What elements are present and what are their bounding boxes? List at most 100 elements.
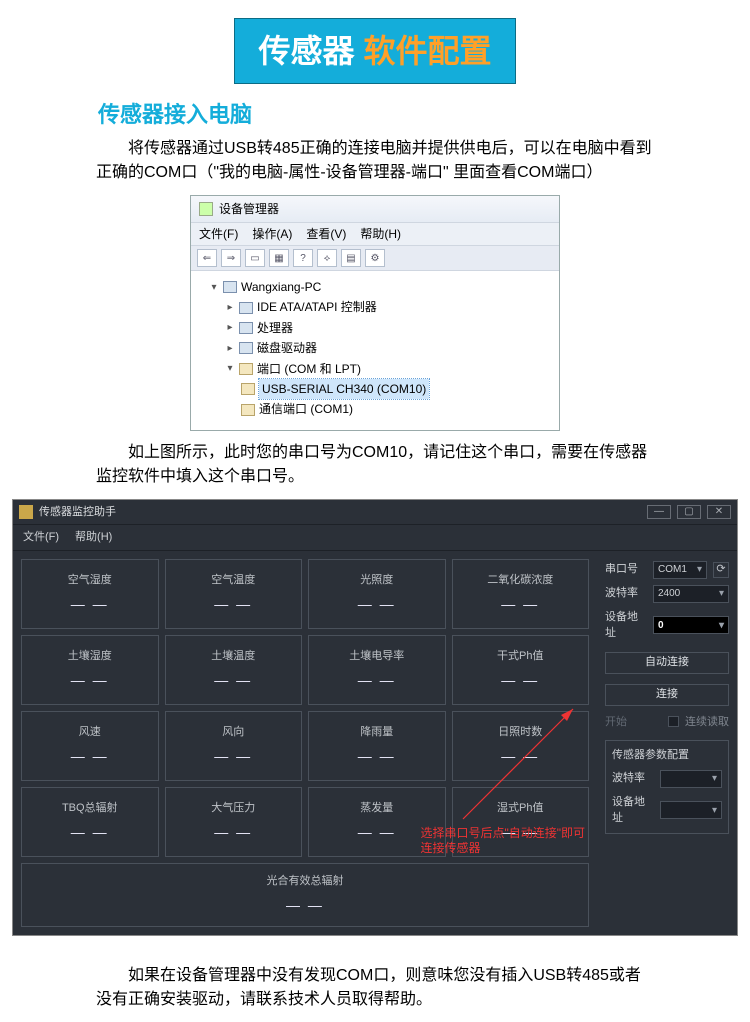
chevron-down-icon: ▾ (712, 771, 717, 786)
row-addr: 设备地址 0 ▾ (605, 609, 729, 642)
chevron-down-icon: ▾ (719, 618, 724, 633)
devmgr-toolbar: ⇐ ⇒ ▭ ▦ ? ⟡ ▤ ⚙ (191, 246, 559, 271)
menu-view[interactable]: 查看(V) (306, 225, 346, 243)
tile-label: 风速 (79, 724, 101, 741)
expand-icon[interactable]: ▾ (209, 279, 219, 296)
tile-value: — — (358, 822, 396, 843)
tile-value: — — (286, 895, 324, 916)
banner-left: 传感器 (259, 33, 355, 69)
minimize-icon[interactable]: — (647, 505, 671, 519)
devmgr-title-text: 设备管理器 (219, 200, 279, 218)
tree-port-item[interactable]: USB-SERIAL CH340 (COM10) (241, 379, 551, 399)
tool-scan-icon[interactable]: ⟡ (317, 249, 337, 267)
tile-label: 空气湿度 (68, 572, 112, 589)
expand-icon[interactable]: ▸ (225, 299, 235, 316)
tile-label: 风向 (222, 724, 244, 741)
menu-file[interactable]: 文件(F) (199, 225, 238, 243)
sensor-tile: 土壤湿度 — — (21, 635, 159, 705)
checkbox-continuous[interactable] (668, 716, 679, 727)
tool-back-icon[interactable]: ⇐ (197, 249, 217, 267)
chevron-down-icon: ▾ (719, 586, 724, 601)
tree-root[interactable]: ▾ Wangxiang-PC (209, 277, 551, 297)
sensor-tile: 风向 — — (165, 711, 303, 781)
label-addr2: 设备地址 (612, 794, 654, 827)
sensor-tile: 干式Ph值— — (452, 635, 590, 705)
sensor-tile: 空气温度 — — (165, 559, 303, 629)
chevron-down-icon: ▾ (697, 562, 702, 577)
tool-grid-icon[interactable]: ▦ (269, 249, 289, 267)
menu-help[interactable]: 帮助(H) (360, 225, 401, 243)
select-baud[interactable]: 2400 ▾ (653, 585, 729, 603)
tree-node[interactable]: ▸ 处理器 (225, 318, 551, 338)
close-icon[interactable]: ✕ (707, 505, 731, 519)
select-addr-value: 0 (658, 618, 664, 633)
tile-label: TBQ总辐射 (62, 800, 118, 817)
tile-value: — — (214, 594, 252, 615)
device-tree: ▾ Wangxiang-PC ▸ IDE ATA/ATAPI 控制器 ▸ 处理器… (191, 271, 559, 430)
tile-label: 蒸发量 (360, 800, 393, 817)
sensor-tile: TBQ总辐射— — (21, 787, 159, 857)
tool-rect-icon[interactable]: ▭ (245, 249, 265, 267)
auto-connect-button[interactable]: 自动连接 (605, 652, 729, 674)
callout-text: 选择串口号后点"自动连接"即可 连接传感器 (420, 826, 585, 857)
tile-label: 二氧化碳浓度 (487, 572, 553, 589)
refresh-port-button[interactable]: ⟳ (713, 562, 729, 578)
label-addr: 设备地址 (605, 609, 647, 642)
checkbox-label: 连续读取 (685, 714, 729, 731)
row-baud: 波特率 2400 ▾ (605, 585, 729, 603)
tree-node-ports[interactable]: ▾ 端口 (COM 和 LPT) (225, 359, 551, 379)
tool-gear-icon[interactable]: ⚙ (365, 249, 385, 267)
row-port: 串口号 COM1 ▾ ⟳ (605, 561, 729, 579)
tile-label: 空气温度 (211, 572, 255, 589)
select-addr2[interactable]: ▾ (660, 801, 722, 819)
port-label-selected: USB-SERIAL CH340 (COM10) (259, 379, 429, 399)
sensor-tile: 空气湿度— — (21, 559, 159, 629)
tile-value: — — (501, 594, 539, 615)
expand-icon[interactable]: ▾ (225, 360, 235, 377)
expand-icon[interactable]: ▸ (225, 319, 235, 336)
param-group-title: 传感器参数配置 (612, 747, 722, 764)
monitor-menu-file[interactable]: 文件(F) (23, 529, 59, 546)
select-addr[interactable]: 0 ▾ (653, 616, 729, 634)
sensor-tile-wide: 光合有效总辐射 — — (21, 863, 589, 927)
window-controls: — ▢ ✕ (647, 505, 731, 519)
tile-value: — — (71, 670, 109, 691)
tile-label: 土壤湿度 (68, 648, 112, 665)
sensor-tile: 大气压力— — (165, 787, 303, 857)
chevron-down-icon: ▾ (712, 803, 717, 818)
tree-port-item[interactable]: 通信端口 (COM1) (241, 399, 551, 419)
tile-value: — — (358, 670, 396, 691)
tree-node-label: 处理器 (257, 318, 293, 338)
sensor-tile: 土壤温度— — (165, 635, 303, 705)
monitor-titlebar: 传感器监控助手 — ▢ ✕ (13, 500, 737, 526)
sensor-tile: 风速— — (21, 711, 159, 781)
monitor-menu-help[interactable]: 帮助(H) (75, 529, 112, 546)
section-title: 传感器接入电脑 (98, 98, 750, 131)
select-baud2[interactable]: ▾ (660, 770, 722, 788)
tile-label: 光合有效总辐射 (267, 873, 344, 890)
port-icon (241, 404, 255, 416)
connect-button[interactable]: 连接 (605, 684, 729, 706)
tree-node-label: 磁盘驱动器 (257, 338, 317, 358)
tool-list-icon[interactable]: ▤ (341, 249, 361, 267)
monitor-body: 空气湿度— —空气温度— —光照度— —二氧化碳浓度— —土壤湿度— —土壤温度… (13, 551, 737, 935)
label-port: 串口号 (605, 561, 647, 578)
tree-node[interactable]: ▸ IDE ATA/ATAPI 控制器 (225, 297, 551, 317)
tool-fwd-icon[interactable]: ⇒ (221, 249, 241, 267)
tool-help-icon[interactable]: ? (293, 249, 313, 267)
tile-value: — — (358, 746, 396, 767)
tile-label: 干式Ph值 (497, 648, 543, 665)
menu-action[interactable]: 操作(A) (252, 225, 292, 243)
sensor-tile: 二氧化碳浓度 — — (452, 559, 590, 629)
maximize-icon[interactable]: ▢ (677, 505, 701, 519)
monitor-sidebar: 串口号 COM1 ▾ ⟳ 波特率 2400 ▾ 设备地址 0 ▾ (597, 551, 737, 935)
monitor-window: 传感器监控助手 — ▢ ✕ 文件(F) 帮助(H) 空气湿度— —空气温度— —… (13, 500, 737, 935)
ports-icon (239, 363, 253, 375)
tile-value: — — (214, 746, 252, 767)
start-label: 开始 (605, 714, 627, 731)
sensor-tile: 降雨量— — (308, 711, 446, 781)
devmgr-titlebar: 设备管理器 (191, 196, 559, 223)
expand-icon[interactable]: ▸ (225, 340, 235, 357)
tree-node[interactable]: ▸ 磁盘驱动器 (225, 338, 551, 358)
select-port[interactable]: COM1 ▾ (653, 561, 707, 579)
